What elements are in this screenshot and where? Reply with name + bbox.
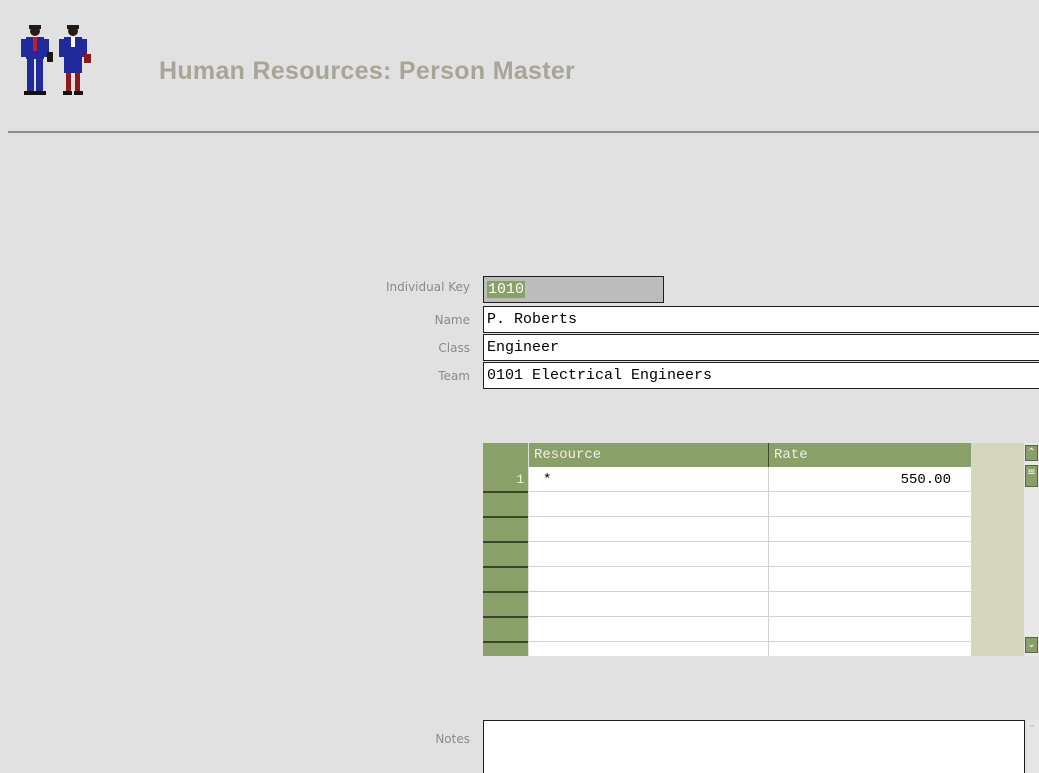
row-gridline [529,491,971,492]
chevron-down-icon[interactable]: ⌄ [1025,637,1038,653]
two-people-icon [21,25,91,95]
header-divider [8,131,1039,133]
resource-grid: Resource Rate 1 * 550.00 ⌃ ≡ ⌄ [483,443,1039,656]
row-number-divider [483,591,528,593]
column-header-resource[interactable]: Resource [529,443,768,467]
name-label: Name [434,313,470,327]
row-number: 1 [516,472,524,487]
row-number-divider [483,641,528,643]
cell-resource[interactable]: * [543,472,551,488]
row-number-divider [483,541,528,543]
individual-key-field[interactable]: 1010 [483,276,664,303]
cell-rate[interactable]: 550.00 [769,472,951,488]
grid-scrollbar[interactable]: ⌃ ≡ ⌄ [1024,443,1039,656]
page-title: Human Resources: Person Master [159,57,576,85]
individual-key-label: Individual Key [385,280,470,294]
column-gridline [768,467,769,656]
row-number-divider [483,491,528,493]
column-header-rate[interactable]: Rate [769,443,971,467]
scroll-thumb[interactable]: ≡ [1025,465,1038,487]
row-number-divider [483,566,528,568]
grid-filler [971,443,1024,656]
individual-key-value: 1010 [487,281,526,298]
row-gridline [529,641,971,642]
team-field[interactable]: 0101 Electrical Engineers [483,362,1039,389]
name-field[interactable]: P. Roberts [483,306,1039,333]
row-gridline [529,616,971,617]
chevron-up-icon[interactable]: ⌃ [1028,724,1036,735]
row-gridline [529,591,971,592]
notes-field[interactable] [483,720,1025,773]
notes-scrollbar[interactable]: ⌃ [1027,720,1039,773]
team-label: Team [438,369,470,383]
row-gridline [529,566,971,567]
row-number-divider [483,616,528,618]
class-field[interactable]: Engineer [483,334,1039,361]
class-label: Class [438,341,470,355]
header: Human Resources: Person Master [0,0,1039,133]
row-gridline [529,541,971,542]
row-number-divider [483,516,528,518]
row-gridline [529,516,971,517]
grid-body [529,467,971,656]
chevron-up-icon[interactable]: ⌃ [1025,445,1038,461]
notes-label: Notes [435,732,470,746]
